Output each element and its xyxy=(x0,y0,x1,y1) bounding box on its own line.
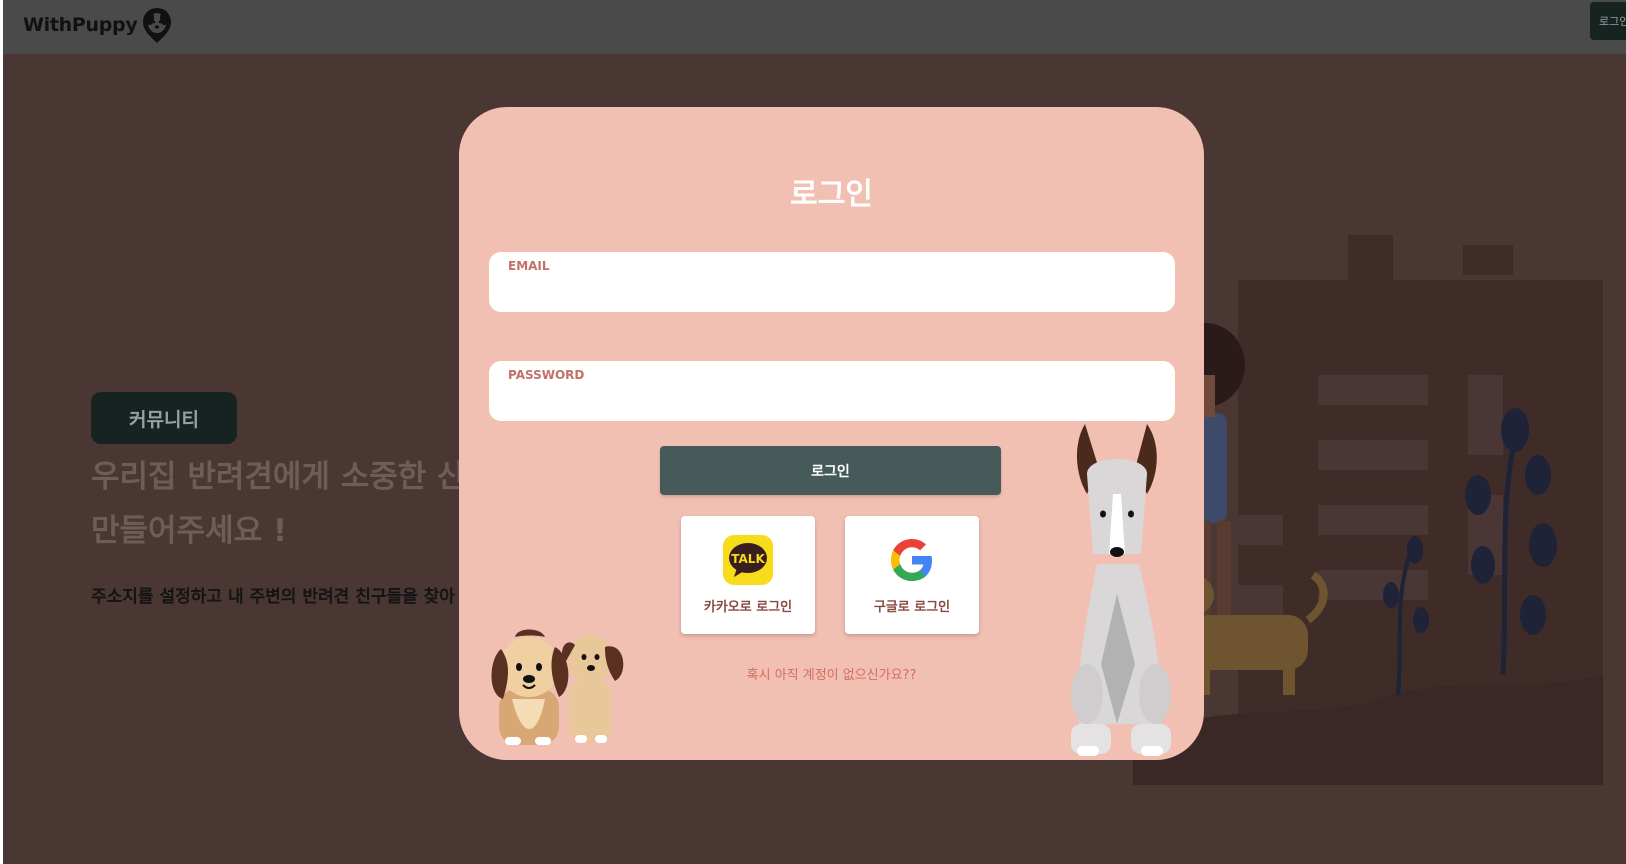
dog-face-pin-icon xyxy=(141,6,173,44)
modal-title: 로그인 xyxy=(790,177,873,212)
hero-title-line2: 만들어주세요 ! xyxy=(91,513,288,549)
kakao-login-button[interactable]: TALK 카카오로 로그인 xyxy=(681,516,815,634)
email-label: EMAIL xyxy=(508,259,550,273)
password-label: PASSWORD xyxy=(508,368,585,382)
kakao-talk-icon: TALK xyxy=(723,535,773,585)
hero-title-line1: 우리집 반려견에게 소중한 산 xyxy=(91,459,466,495)
email-input[interactable] xyxy=(507,278,1159,306)
top-navbar: WithPuppy 로그인 xyxy=(3,0,1626,54)
hero-title: 우리집 반려견에게 소중한 산 만들어주세요 ! xyxy=(91,450,491,558)
hero-subtitle: 주소지를 설정하고 내 주변의 반려견 친구들을 찾아 xyxy=(91,587,455,607)
password-field[interactable]: PASSWORD xyxy=(489,361,1175,421)
google-g-icon xyxy=(891,539,932,581)
logo[interactable]: WithPuppy xyxy=(23,6,173,44)
kakao-icon-text: TALK xyxy=(731,552,765,566)
community-button[interactable]: 커뮤니티 xyxy=(91,392,237,444)
header-login-button[interactable]: 로그인 xyxy=(1590,2,1626,40)
kakao-login-label: 카카오로 로그인 xyxy=(703,600,793,615)
email-field[interactable]: EMAIL xyxy=(489,252,1175,312)
logo-text: WithPuppy xyxy=(23,14,138,36)
password-input[interactable] xyxy=(507,387,1159,415)
google-login-button[interactable]: 구글로 로그인 xyxy=(845,516,979,634)
puppies-illustration xyxy=(491,629,624,745)
white-dog-illustration xyxy=(1071,424,1171,756)
google-login-label: 구글로 로그인 xyxy=(873,600,951,615)
login-submit-button[interactable]: 로그인 xyxy=(660,446,1001,495)
login-modal: 로그인 EMAIL PASSWORD 로그인 TALK 카카오로 로그인 구글로… xyxy=(459,107,1204,760)
